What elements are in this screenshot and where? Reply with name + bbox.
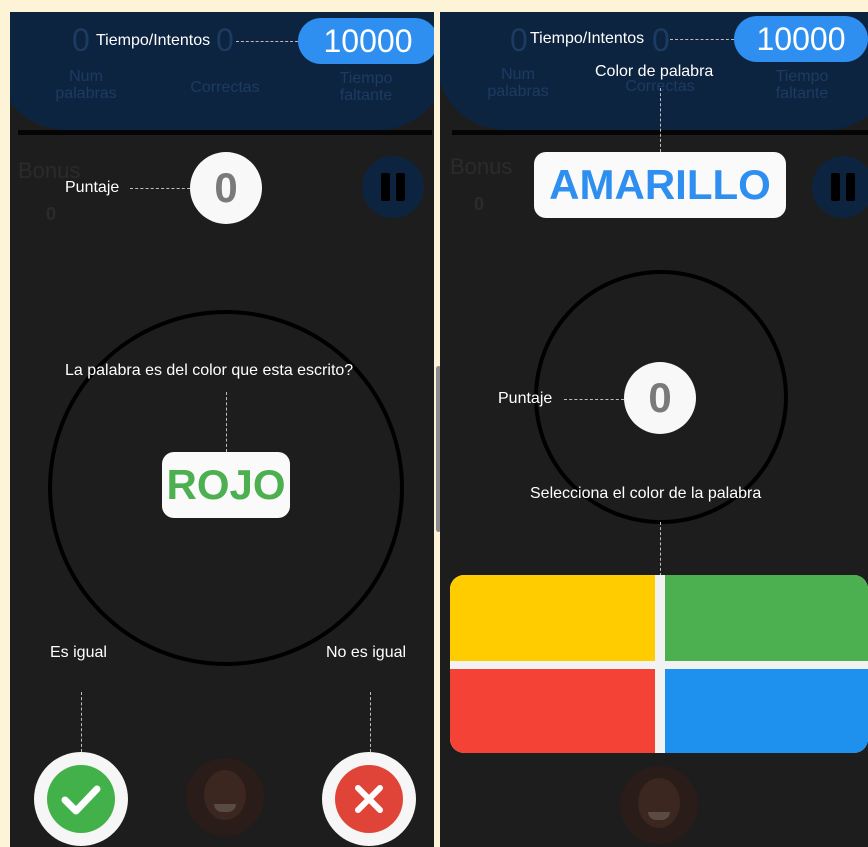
- color-annotation: Color de palabra: [595, 63, 714, 80]
- bonus-label: Bonus: [450, 154, 513, 179]
- pause-button[interactable]: [812, 156, 868, 218]
- es-igual-button[interactable]: [34, 752, 128, 846]
- select-annotation: Selecciona el color de la palabra: [530, 485, 762, 502]
- question-leader-line: [226, 392, 227, 452]
- no-es-igual-annotation: No es igual: [326, 644, 407, 661]
- color-leader-line: [660, 88, 661, 152]
- bonus-value: 0: [46, 204, 57, 224]
- num-palabras-value: 0: [72, 22, 90, 58]
- no-es-igual-button[interactable]: [322, 752, 416, 846]
- puntaje-leader-line: [130, 188, 190, 189]
- puntaje-annotation: Puntaje: [65, 179, 120, 196]
- num-palabras-value: 0: [510, 22, 528, 58]
- divider: [18, 130, 432, 135]
- es-igual-annotation: Es igual: [50, 644, 107, 661]
- tiempo-annotation: Tiempo/Intentos: [530, 30, 645, 47]
- tiempo-annotation: Tiempo/Intentos: [96, 32, 211, 49]
- bonus-value: 0: [474, 194, 485, 214]
- puntaje-annotation: Puntaje: [498, 390, 553, 407]
- question-annotation: La palabra es del color que esta escrito…: [65, 362, 354, 379]
- correctas-label: Correctas: [190, 79, 260, 96]
- es-igual-leader-line: [81, 692, 82, 752]
- tiempo-intentos-pill: 10000: [734, 16, 868, 62]
- check-icon: [61, 785, 101, 815]
- blue-tile[interactable]: [665, 669, 868, 753]
- num-palabras-label: Num palabras: [55, 68, 117, 102]
- pause-button[interactable]: [362, 156, 424, 218]
- puntaje-score: 0: [190, 152, 262, 224]
- green-tile[interactable]: [665, 575, 868, 661]
- close-icon: [355, 785, 383, 813]
- word-display: AMARILLO: [534, 152, 786, 218]
- avatar-icon: [186, 758, 264, 836]
- tiempo-intentos-pill: 10000: [298, 18, 434, 64]
- select-leader-line: [660, 522, 661, 576]
- no-es-igual-leader-line: [370, 692, 371, 752]
- avatar-icon: [620, 766, 698, 844]
- color-grid: [450, 575, 868, 753]
- red-tile[interactable]: [450, 669, 655, 753]
- left-panel: 0 Num palabras 0 Correctas Tiempo faltan…: [10, 12, 434, 847]
- correctas-value: 0: [652, 22, 670, 58]
- num-palabras-label: Num palabras: [487, 66, 549, 100]
- tiempo-faltante-label: Tiempo faltante: [339, 70, 393, 104]
- correctas-value: 0: [216, 22, 234, 58]
- puntaje-leader-line: [564, 399, 624, 400]
- tiempo-leader-line: [236, 41, 298, 42]
- right-panel: 0 Num palabras 0 Correctas Tiempo faltan…: [440, 12, 868, 847]
- puntaje-score: 0: [624, 362, 696, 434]
- tiempo-leader-line: [670, 39, 734, 40]
- tiempo-faltante-label: Tiempo faltante: [775, 68, 829, 102]
- word-display: ROJO: [162, 452, 290, 518]
- yellow-tile[interactable]: [450, 575, 655, 661]
